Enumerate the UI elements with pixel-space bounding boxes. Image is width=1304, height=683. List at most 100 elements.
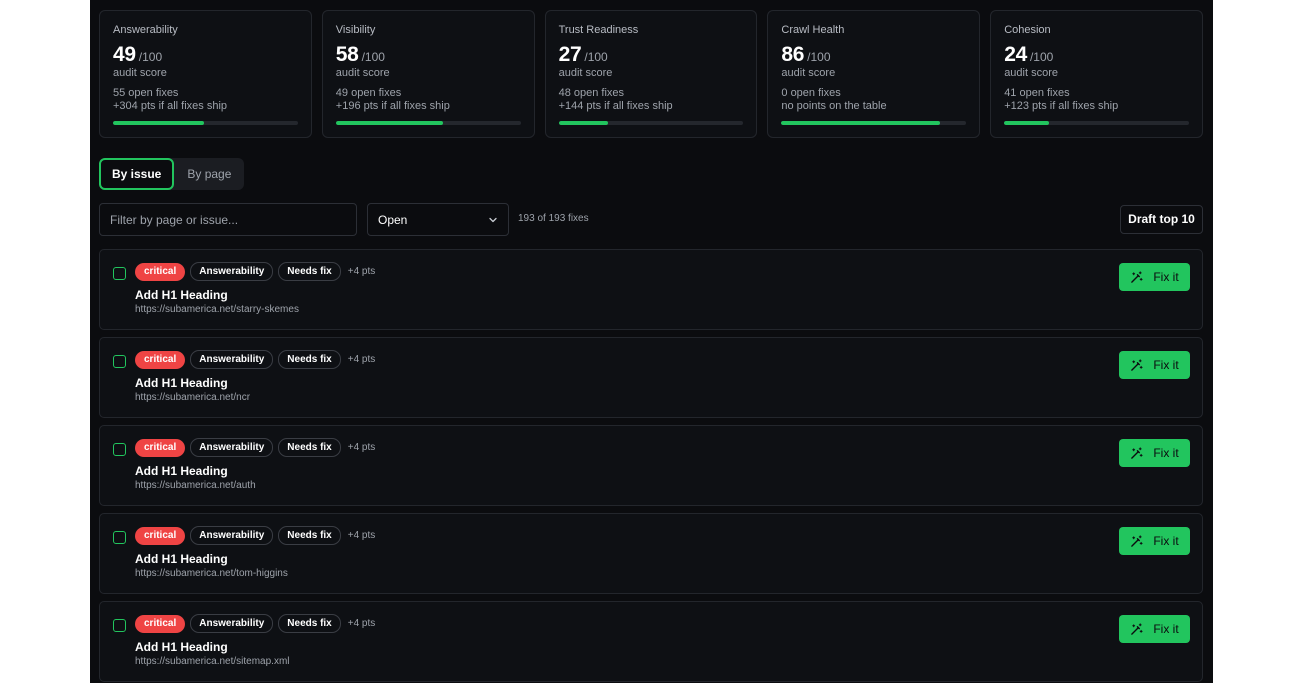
fix-it-label: Fix it [1153, 446, 1179, 460]
card-points-gain: +123 pts if all fixes ship [1004, 100, 1119, 112]
score-line: 27 /100 [559, 44, 744, 66]
points-label: +4 pts [347, 354, 376, 365]
points-label: +4 pts [347, 266, 376, 277]
severity-badge: critical [135, 526, 186, 545]
issue-title: Add H1 Heading [135, 552, 228, 566]
status-badge: Needs fix [278, 438, 341, 457]
issue-tags: critical Answerability Needs fix +4 pts [135, 526, 375, 545]
card-score: 49 [113, 43, 136, 66]
card-score: 24 [1004, 43, 1027, 66]
card-score: 58 [335, 43, 359, 66]
issue-url: https://subamerica.net/auth [135, 480, 256, 491]
fix-it-button[interactable]: Fix it [1119, 263, 1190, 291]
fix-it-button[interactable]: Fix it [1119, 615, 1190, 643]
card-open-fixes: 0 open fixes [781, 87, 841, 99]
score-progress-fill [781, 121, 941, 125]
fix-it-label: Fix it [1153, 358, 1179, 372]
fix-it-button[interactable]: Fix it [1119, 351, 1190, 379]
score-progress-fill [113, 121, 204, 125]
severity-badge: critical [135, 614, 186, 633]
issue-row: critical Answerability Needs fix +4 pts … [99, 513, 1203, 594]
score-card-answerability: Answerability 49 /100 audit score 55 ope… [99, 10, 312, 138]
status-badge: Needs fix [278, 526, 341, 545]
status-badge: Needs fix [278, 262, 341, 281]
issue-title: Add H1 Heading [135, 640, 228, 654]
card-title: Cohesion [1004, 24, 1051, 36]
issue-url: https://subamerica.net/ncr [135, 392, 251, 403]
tab-by-issue[interactable]: By issue [99, 158, 175, 190]
card-score-max: /100 [1029, 50, 1054, 64]
issue-checkbox[interactable] [113, 267, 126, 280]
severity-badge: critical [135, 262, 186, 281]
card-title: Crawl Health [781, 24, 845, 36]
fix-count: 193 of 193 fixes [518, 213, 589, 224]
magic-wand-icon [1131, 622, 1143, 635]
score-line: 24 /100 [1004, 44, 1189, 66]
score-line: 49 /100 [113, 44, 298, 66]
score-progress-track [558, 121, 744, 125]
fix-it-label: Fix it [1153, 270, 1179, 284]
severity-badge: critical [135, 438, 186, 457]
fix-it-button[interactable]: Fix it [1119, 439, 1190, 467]
card-title: Answerability [113, 24, 178, 36]
magic-wand-icon [1131, 358, 1143, 371]
issue-row: critical Answerability Needs fix +4 pts … [99, 337, 1203, 418]
view-tabs: By issue By page [99, 158, 245, 190]
card-points-gain: +144 pts if all fixes ship [558, 100, 673, 112]
draft-top-10-button[interactable]: Draft top 10 [1120, 205, 1203, 234]
issue-row: critical Answerability Needs fix +4 pts … [99, 249, 1203, 330]
issue-url: https://subamerica.net/starry-skemes [135, 304, 299, 315]
card-open-fixes: 41 open fixes [1004, 87, 1070, 99]
fix-it-label: Fix it [1153, 622, 1179, 636]
score-card-visibility: Visibility 58 /100 audit score 49 open f… [321, 10, 535, 138]
card-score-max: /100 [361, 50, 385, 64]
score-progress-track [1004, 121, 1189, 125]
card-caption: audit score [781, 67, 836, 79]
score-card-trust-readiness: Trust Readiness 27 /100 audit score 48 o… [544, 10, 758, 138]
card-score: 86 [781, 43, 805, 66]
issue-tags: critical Answerability Needs fix +4 pts [135, 350, 375, 369]
card-open-fixes: 49 open fixes [335, 87, 402, 99]
card-caption: audit score [1004, 67, 1058, 79]
card-caption: audit score [113, 67, 167, 79]
issue-url: https://subamerica.net/sitemap.xml [135, 656, 290, 667]
card-caption: audit score [558, 67, 613, 79]
score-card-crawl-health: Crawl Health 86 /100 audit score 0 open … [767, 10, 981, 138]
card-score-max: /100 [584, 50, 608, 64]
points-label: +4 pts [347, 442, 376, 453]
issue-checkbox[interactable] [113, 531, 126, 544]
score-progress-fill [335, 121, 443, 125]
magic-wand-icon [1131, 270, 1143, 283]
issue-row: critical Answerability Needs fix +4 pts … [99, 601, 1203, 682]
card-points-gain: +304 pts if all fixes ship [113, 100, 228, 112]
issue-checkbox[interactable] [113, 443, 126, 456]
status-select[interactable]: Open [367, 203, 509, 236]
issue-checkbox[interactable] [113, 355, 126, 368]
issue-checkbox[interactable] [113, 619, 126, 632]
chevron-down-icon [489, 217, 497, 222]
tab-by-page[interactable]: By page [174, 158, 244, 190]
card-score-max: /100 [807, 50, 831, 64]
issue-tags: critical Answerability Needs fix +4 pts [135, 614, 375, 633]
status-select-value: Open [378, 212, 408, 227]
card-points-gain: no points on the table [781, 100, 887, 112]
card-points-gain: +196 pts if all fixes ship [335, 100, 450, 112]
card-score-max: /100 [138, 50, 163, 64]
issue-title: Add H1 Heading [135, 464, 228, 478]
score-line: 58 /100 [336, 44, 521, 66]
card-open-fixes: 48 open fixes [558, 87, 625, 99]
score-cards: Answerability 49 /100 audit score 55 ope… [99, 10, 1203, 138]
filter-input[interactable] [99, 203, 357, 236]
category-badge: Answerability [190, 438, 274, 457]
category-badge: Answerability [190, 526, 274, 545]
app-root: Answerability 49 /100 audit score 55 ope… [90, 0, 1213, 683]
card-title: Trust Readiness [558, 24, 639, 36]
score-progress-fill [1004, 121, 1049, 125]
score-progress-fill [558, 121, 609, 125]
magic-wand-icon [1131, 446, 1143, 459]
category-badge: Answerability [190, 350, 274, 369]
fix-it-button[interactable]: Fix it [1119, 527, 1190, 555]
magic-wand-icon [1131, 534, 1143, 547]
fix-it-label: Fix it [1153, 534, 1179, 548]
category-badge: Answerability [190, 262, 274, 281]
